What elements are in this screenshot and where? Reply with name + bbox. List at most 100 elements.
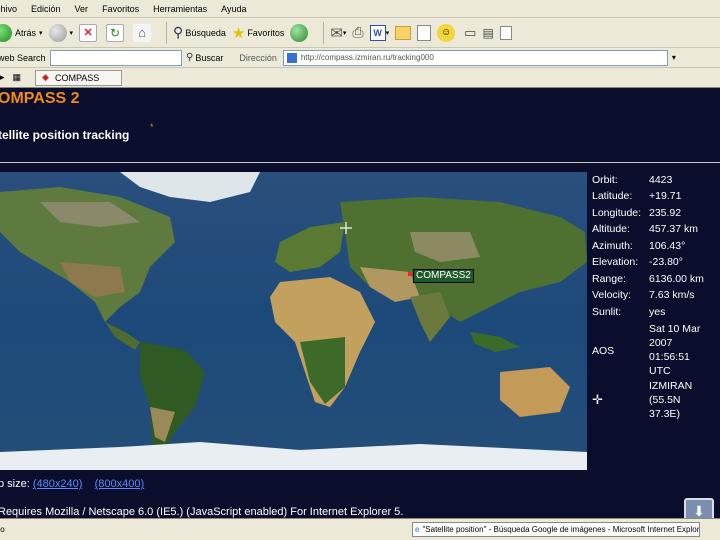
- status-text: to: [0, 525, 5, 534]
- favorites-button-label: Favoritos: [247, 27, 285, 38]
- favorites-button[interactable]: ★ Favoritos: [232, 20, 284, 46]
- note-icon: [417, 24, 432, 41]
- page-subtitle: tellite position tracking: [0, 128, 130, 142]
- station-lon: 37.3E): [649, 408, 680, 420]
- toolbar: Atrás ▾ ▾ ✕ ↻ ⌂ ⚲ Búsqueda ★ Favoritos ✉…: [0, 18, 720, 48]
- map-size-small-link[interactable]: (480x240): [33, 478, 83, 490]
- page-content: OMPASS 2 tellite position tracking * COM…: [0, 88, 720, 518]
- aos-label: AOS: [592, 345, 615, 357]
- menu-bar: chivo Edición Ver Favoritos Herramientas…: [0, 0, 720, 18]
- station-crosshair-icon: ✛: [592, 392, 603, 407]
- notes-button[interactable]: [417, 20, 432, 46]
- book-icon: ▤: [482, 25, 494, 40]
- altitude-value: 457.37 km: [649, 223, 699, 235]
- tab-icon: ◆: [42, 72, 49, 82]
- world-map[interactable]: COMPASS2: [0, 172, 587, 470]
- toolbar-divider: [166, 21, 168, 44]
- orbit-value: 4423: [649, 174, 673, 186]
- menu-help[interactable]: Ayuda: [221, 4, 246, 14]
- folder-icon: [395, 25, 412, 40]
- menu-edit[interactable]: Edición: [31, 4, 61, 14]
- mail-button[interactable]: ✉ ▾: [330, 20, 346, 46]
- menu-tools[interactable]: Herramientas: [153, 4, 207, 14]
- research-button[interactable]: ▤: [482, 20, 493, 46]
- forward-arrow-icon: [48, 23, 67, 42]
- orbit-label: Orbit:: [592, 174, 618, 186]
- back-button-label: Atrás: [15, 27, 37, 38]
- range-value: 6136.00 km: [649, 273, 704, 285]
- altitude-label: Altitude:: [592, 223, 630, 235]
- station-lat: (55.5N: [649, 394, 681, 406]
- home-button[interactable]: ⌂: [133, 20, 154, 46]
- sunlit-value: yes: [649, 306, 666, 318]
- map-size-large-link[interactable]: (800x400): [95, 478, 145, 490]
- velocity-value: 7.63 km/s: [649, 289, 695, 301]
- refresh-icon: ↻: [106, 23, 125, 42]
- print-button[interactable]: ⎙: [352, 20, 363, 46]
- satellite-label: COMPASS2: [413, 269, 474, 283]
- monitor-icon: ▭: [464, 24, 477, 40]
- star-icon: ★: [231, 24, 246, 42]
- menu-file[interactable]: chivo: [0, 4, 17, 14]
- tab-label: COMPASS: [54, 72, 100, 83]
- history-icon: [290, 23, 309, 42]
- page-title: OMPASS 2: [0, 90, 80, 107]
- longitude-value: 235.92: [649, 207, 682, 219]
- folder-button[interactable]: [395, 20, 412, 46]
- search-go-button[interactable]: ⚲ Buscar: [186, 52, 223, 63]
- edit-button[interactable]: W ▾: [369, 20, 389, 46]
- sunlit-label: Sunlit:: [592, 306, 622, 318]
- range-label: Range:: [592, 273, 626, 285]
- address-label: Dirección: [239, 52, 277, 63]
- search-go-icon: ⚲: [186, 52, 194, 63]
- back-arrow-icon: [0, 23, 12, 42]
- tab-grid-icon[interactable]: ▦: [13, 72, 22, 83]
- search-go-label: Buscar: [195, 52, 224, 63]
- ie-icon: e: [415, 525, 420, 534]
- magnifier-icon: ⚲: [173, 24, 184, 40]
- taskbar-item[interactable]: e "Satellite position" - Búsqueda Google…: [412, 522, 700, 537]
- latitude-value: +19.71: [649, 190, 682, 202]
- search-address-bar: web Search ⚲ Buscar Dirección http://com…: [0, 48, 720, 68]
- refresh-button[interactable]: ↻: [106, 20, 127, 46]
- search-button[interactable]: ⚲ Búsqueda: [173, 20, 226, 46]
- history-button[interactable]: [290, 20, 311, 46]
- forward-button[interactable]: ▾: [48, 20, 73, 46]
- tools-button[interactable]: ▭: [464, 20, 476, 46]
- map-size-label: p size:: [0, 478, 30, 490]
- toolbar-divider: [323, 21, 325, 44]
- aos-value-3: 01:56:51: [649, 351, 690, 363]
- address-url: http://compass.izmiran.ru/tracking000: [300, 53, 434, 62]
- elevation-value: -23.80°: [649, 256, 683, 268]
- station-name: IZMIRAN: [649, 380, 693, 392]
- satellite-dot: [408, 272, 412, 276]
- tab-row: ▸ ▦ ◆ COMPASS: [0, 68, 720, 88]
- messenger-button[interactable]: ☺: [437, 20, 458, 46]
- extra-button[interactable]: [499, 20, 512, 46]
- status-bar: to e "Satellite position" - Búsqueda Goo…: [0, 518, 720, 540]
- map-size-selector: p size: (480x240) (800x400): [0, 478, 144, 490]
- tab-compass[interactable]: ◆ COMPASS: [35, 69, 123, 86]
- aos-value-1: Sat 10 Mar: [649, 323, 701, 335]
- longitude-label: Longitude:: [592, 207, 642, 219]
- page-favicon: [286, 52, 297, 63]
- browser-window: chivo Edición Ver Favoritos Herramientas…: [0, 0, 720, 540]
- search-button-label: Búsqueda: [185, 27, 226, 38]
- web-search-input[interactable]: [50, 49, 182, 66]
- stop-icon: ✕: [79, 23, 98, 42]
- latitude-label: Latitude:: [592, 190, 633, 202]
- address-field[interactable]: http://compass.izmiran.ru/tracking000: [282, 49, 668, 66]
- aos-value-2: 2007: [649, 337, 673, 349]
- menu-favorites[interactable]: Favoritos: [102, 4, 139, 14]
- tab-scroll-icon[interactable]: ▸: [0, 72, 5, 83]
- word-icon: W: [369, 24, 386, 41]
- address-dropdown-icon[interactable]: ▾: [672, 53, 676, 62]
- mail-icon: ✉: [330, 24, 343, 42]
- divider: [0, 162, 720, 163]
- printer-icon: ⎙: [352, 24, 364, 40]
- stop-button[interactable]: ✕: [79, 20, 100, 46]
- menu-view[interactable]: Ver: [75, 4, 89, 14]
- back-button[interactable]: Atrás ▾: [0, 20, 43, 46]
- web-search-label: web Search: [0, 52, 46, 63]
- home-icon: ⌂: [133, 23, 152, 42]
